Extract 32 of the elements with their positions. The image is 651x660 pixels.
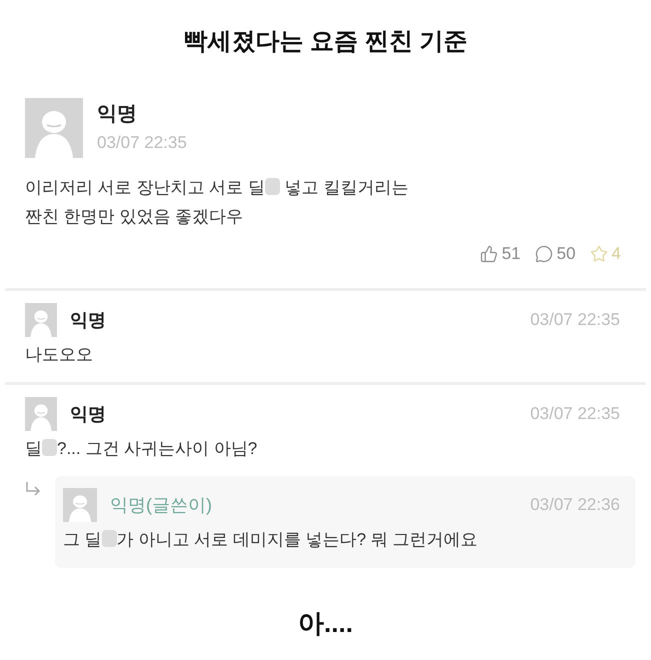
default-avatar-icon <box>25 303 57 337</box>
reply-arrow-icon <box>25 482 41 496</box>
default-avatar-icon <box>25 397 57 431</box>
comment-time: 03/07 22:36 <box>530 494 620 516</box>
comment-text: 가 아니고 서로 데미지를 넣는다? 뭐 그런거에요 <box>116 530 478 549</box>
post-time: 03/07 22:35 <box>97 132 187 154</box>
author-name: 익명 <box>70 309 106 332</box>
author-name: 익명 <box>97 102 138 127</box>
blurred-patch <box>264 178 280 195</box>
comment-time: 03/07 22:35 <box>530 309 620 331</box>
author-name: 익명(글쓴이) <box>110 494 212 517</box>
comment-text: 나도오오 <box>25 345 93 364</box>
post-text: 짠친 한명만 있었음 좋겠다우 <box>25 207 244 226</box>
post-text: 넣고 킬킬거리는 <box>284 178 408 197</box>
comment-count: 50 <box>556 243 576 265</box>
comment-text: 그 딜 <box>63 530 102 549</box>
star-icon[interactable] <box>590 245 608 263</box>
comment-time: 03/07 22:35 <box>530 403 620 425</box>
author-name: 익명 <box>70 403 106 426</box>
headline: 빡세졌다는 요즘 찐친 기준 <box>182 27 468 57</box>
post-text: 이리저리 서로 장난치고 서로 딜 <box>25 178 265 197</box>
speech-bubble-icon[interactable] <box>534 245 553 263</box>
caption: 아.... <box>297 608 354 638</box>
comment-text: 딜 <box>25 439 42 458</box>
blurred-patch <box>102 530 117 547</box>
default-avatar-icon <box>25 98 83 158</box>
blurred-patch <box>42 439 57 456</box>
star-count: 4 <box>612 243 621 265</box>
thumbs-up-icon[interactable] <box>480 245 498 263</box>
comment-text: ?... 그건 사귀는사이 아님? <box>57 439 258 458</box>
like-count: 51 <box>502 243 521 265</box>
default-avatar-icon <box>63 488 97 522</box>
